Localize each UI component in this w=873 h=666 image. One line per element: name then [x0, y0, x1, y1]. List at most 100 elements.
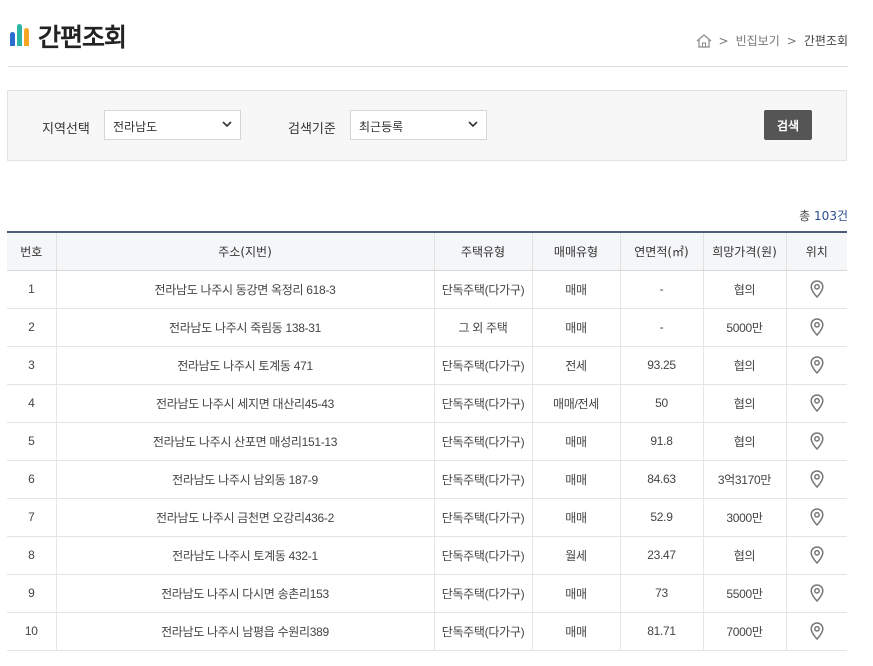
breadcrumb-separator: >: [718, 33, 729, 48]
map-pin-icon[interactable]: [810, 432, 824, 450]
row-house-type: 단독주택(다가구): [434, 346, 533, 385]
table-row[interactable]: 8 전라남도 나주시 토계동 432-1 단독주택(다가구) 월세 23.47 협의: [7, 536, 847, 575]
row-number: 9: [7, 574, 57, 613]
table-body: 1 전라남도 나주시 동강면 옥정리 618-3 단독주택(다가구) 매매 - 협의 2 전라…: [7, 270, 847, 651]
table-row[interactable]: 10 전라남도 나주시 남평읍 수원리389 단독주택(다가구) 매매 81.71 700…: [7, 612, 847, 651]
row-address[interactable]: 전라남도 나주시 다시면 송촌리153: [56, 574, 435, 613]
table-row[interactable]: 3 전라남도 나주시 토계동 471 단독주택(다가구) 전세 93.25 협의: [7, 346, 847, 385]
column-header: 주택유형: [434, 232, 533, 271]
row-address[interactable]: 전라남도 나주시 토계동 471: [56, 346, 435, 385]
page-header: 간편조회 > 빈집보기 > 간편조회: [8, 0, 848, 67]
row-price: 5500만: [703, 574, 787, 613]
row-address[interactable]: 전라남도 나주시 남평읍 수원리389: [56, 612, 435, 651]
row-house-type: 단독주택(다가구): [434, 422, 533, 461]
row-address[interactable]: 전라남도 나주시 남외동 187-9: [56, 460, 435, 499]
region-select[interactable]: 전라남도: [104, 110, 241, 140]
row-address[interactable]: 전라남도 나주시 산포면 매성리151-13: [56, 422, 435, 461]
search-button[interactable]: 검색: [764, 110, 812, 140]
row-address[interactable]: 전라남도 나주시 죽림동 138-31: [56, 308, 435, 347]
home-icon[interactable]: [696, 33, 712, 48]
row-area: 84.63: [620, 460, 704, 499]
region-label: 지역선택: [42, 122, 90, 137]
table-row[interactable]: 5 전라남도 나주시 산포면 매성리151-13 단독주택(다가구) 매매 91.8 협의: [7, 422, 847, 461]
table-row[interactable]: 9 전라남도 나주시 다시면 송촌리153 단독주택(다가구) 매매 73 5500만: [7, 574, 847, 613]
map-pin-icon[interactable]: [810, 508, 824, 526]
row-location[interactable]: [786, 270, 847, 309]
row-number: 10: [7, 612, 57, 651]
row-address[interactable]: 전라남도 나주시 세지면 대산리45-43: [56, 384, 435, 423]
row-trade-type: 매매/전세: [532, 384, 621, 423]
row-trade-type: 매매: [532, 460, 621, 499]
row-number: 2: [7, 308, 57, 347]
row-location[interactable]: [786, 308, 847, 347]
row-price: 협의: [703, 384, 787, 423]
row-location[interactable]: [786, 460, 847, 499]
column-header: 연면적(㎡): [620, 232, 704, 271]
map-pin-icon[interactable]: [810, 280, 824, 298]
row-area: 73: [620, 574, 704, 613]
map-pin-icon[interactable]: [810, 470, 824, 488]
breadcrumb-item-houses[interactable]: 빈집보기: [736, 32, 780, 49]
table-row[interactable]: 4 전라남도 나주시 세지면 대산리45-43 단독주택(다가구) 매매/전세 50 협의: [7, 384, 847, 423]
row-price: 7000만: [703, 612, 787, 651]
table-row[interactable]: 1 전라남도 나주시 동강면 옥정리 618-3 단독주택(다가구) 매매 - 협의: [7, 270, 847, 309]
row-house-type: 단독주택(다가구): [434, 536, 533, 575]
row-area: -: [620, 270, 704, 309]
bar-chart-logo-icon: [10, 24, 32, 46]
row-price: 협의: [703, 536, 787, 575]
map-pin-icon[interactable]: [810, 318, 824, 336]
table-row[interactable]: 6 전라남도 나주시 남외동 187-9 단독주택(다가구) 매매 84.63 3억317…: [7, 460, 847, 499]
row-price: 3000만: [703, 498, 787, 537]
row-price: 협의: [703, 346, 787, 385]
row-number: 3: [7, 346, 57, 385]
row-number: 5: [7, 422, 57, 461]
map-pin-icon[interactable]: [810, 584, 824, 602]
row-address[interactable]: 전라남도 나주시 금천면 오강리436-2: [56, 498, 435, 537]
result-count-value: 103건: [814, 209, 848, 223]
criteria-select-value: 최근등록: [359, 120, 404, 134]
map-pin-icon[interactable]: [810, 356, 824, 374]
chevron-down-icon: [468, 121, 478, 128]
table-row[interactable]: 2 전라남도 나주시 죽림동 138-31 그 외 주택 매매 -5000만: [7, 308, 847, 347]
row-area: 93.25: [620, 346, 704, 385]
row-price: 협의: [703, 270, 787, 309]
row-area: -: [620, 308, 704, 347]
result-count: 총 103건: [799, 207, 848, 224]
map-pin-icon[interactable]: [810, 546, 824, 564]
chevron-down-icon: [222, 121, 232, 128]
row-house-type: 단독주택(다가구): [434, 460, 533, 499]
criteria-label: 검색기준: [288, 122, 336, 137]
row-location[interactable]: [786, 612, 847, 651]
criteria-select[interactable]: 최근등록: [350, 110, 487, 140]
breadcrumb-item-current: 간편조회: [803, 34, 848, 48]
region-select-value: 전라남도: [113, 120, 158, 134]
row-trade-type: 매매: [532, 422, 621, 461]
column-header: 주소(지번): [56, 232, 435, 271]
map-pin-icon[interactable]: [810, 394, 824, 412]
row-trade-type: 매매: [532, 574, 621, 613]
result-count-prefix: 총: [799, 209, 811, 223]
map-pin-icon[interactable]: [810, 622, 824, 640]
row-area: 23.47: [620, 536, 704, 575]
row-location[interactable]: [786, 346, 847, 385]
row-location[interactable]: [786, 498, 847, 537]
row-house-type: 단독주택(다가구): [434, 498, 533, 537]
row-price: 3억3170만: [703, 460, 787, 499]
row-house-type: 단독주택(다가구): [434, 612, 533, 651]
row-address[interactable]: 전라남도 나주시 토계동 432-1: [56, 536, 435, 575]
row-area: 81.71: [620, 612, 704, 651]
row-trade-type: 매매: [532, 308, 621, 347]
row-area: 91.8: [620, 422, 704, 461]
column-header: 위치: [786, 232, 847, 271]
row-location[interactable]: [786, 384, 847, 423]
row-location[interactable]: [786, 574, 847, 613]
row-area: 50: [620, 384, 704, 423]
row-trade-type: 매매: [532, 612, 621, 651]
row-location[interactable]: [786, 536, 847, 575]
row-address[interactable]: 전라남도 나주시 동강면 옥정리 618-3: [56, 270, 435, 309]
row-location[interactable]: [786, 422, 847, 461]
row-number: 4: [7, 384, 57, 423]
table-row[interactable]: 7 전라남도 나주시 금천면 오강리436-2 단독주택(다가구) 매매 52.9 300…: [7, 498, 847, 537]
row-number: 7: [7, 498, 57, 537]
row-price: 협의: [703, 422, 787, 461]
